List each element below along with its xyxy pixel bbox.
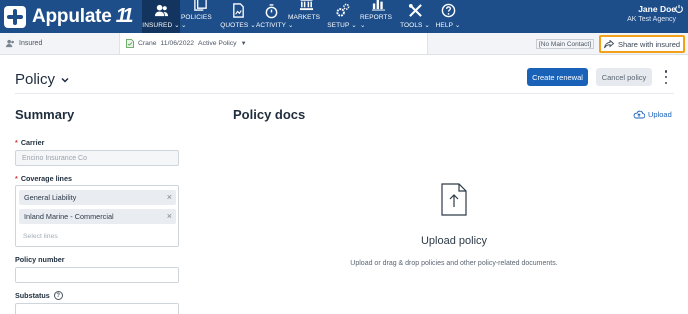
- policy-name: Crane: [138, 40, 157, 47]
- context-bar: Insured Crane 11/06/2022 Active Policy ▼…: [0, 33, 688, 55]
- nav-label: ACTIVITY: [255, 22, 287, 29]
- nav-item-markets[interactable]: MARKETS ⌄: [288, 0, 324, 33]
- upload-document-icon: [441, 183, 467, 216]
- nav-item-quotes[interactable]: QUOTES ⌄: [220, 0, 256, 33]
- chevron-down-icon: ⌄: [454, 22, 461, 29]
- header-divider: [15, 93, 674, 94]
- policy-docs-heading: Policy docs: [233, 107, 306, 122]
- nav-label: TOOLS: [400, 22, 423, 29]
- substatus-label-text: Substatus: [15, 291, 50, 300]
- coverage-lines-label: * Coverage lines: [15, 174, 72, 183]
- nav-label: INSURED: [142, 22, 173, 29]
- nav-label: QUOTES: [220, 22, 249, 29]
- policy-title-dropdown[interactable]: Policy: [15, 71, 69, 88]
- substatus-label: Substatus ?: [15, 291, 63, 300]
- stopwatch-icon: [264, 4, 279, 19]
- carrier-label: * Carrier: [15, 138, 44, 147]
- user-agency: AK Test Agency: [627, 16, 676, 23]
- coverage-lines-placeholder: Select lines: [23, 233, 58, 240]
- nav-item-help[interactable]: HELP ⌄: [434, 0, 462, 33]
- upload-link[interactable]: Upload: [633, 110, 672, 119]
- insured-tab[interactable]: Insured: [0, 33, 120, 54]
- chevron-down-icon: ⌄: [351, 22, 357, 29]
- upload-link-label: Upload: [648, 110, 672, 119]
- share-button-label: Share with insured: [617, 39, 681, 49]
- upload-policy-heading: Upload policy: [420, 235, 488, 247]
- page-title: Policy: [15, 71, 56, 88]
- power-icon[interactable]: [674, 4, 684, 14]
- carrier-label-text: Carrier: [20, 138, 45, 147]
- wrench-screwdriver-icon: [408, 3, 423, 18]
- nav-item-policies[interactable]: POLICIES ⌄: [181, 0, 219, 33]
- upload-instructions: Upload or drag & drop policies and other…: [350, 260, 558, 267]
- nav-item-tools[interactable]: TOOLS ⌄: [400, 0, 430, 33]
- help-icon[interactable]: ?: [53, 291, 63, 300]
- coverage-lines-label-text: Coverage lines: [20, 174, 72, 183]
- policy-doc-icon: [126, 39, 134, 48]
- policy-number-label: Policy number: [15, 255, 65, 264]
- bar-chart-icon: [371, 0, 386, 11]
- main-contact-link[interactable]: [No Main Contact]: [536, 39, 595, 49]
- nav-item-insured[interactable]: INSURED ⌄: [142, 0, 180, 33]
- policy-status: Active Policy: [198, 40, 237, 47]
- insured-tab-label: Insured: [19, 40, 43, 47]
- required-marker: *: [15, 174, 18, 183]
- coverage-chip: General Liability ×: [19, 190, 176, 205]
- chevron-down-icon: ⌄: [174, 22, 180, 29]
- nav-item-activity[interactable]: ACTIVITY: [256, 0, 286, 33]
- coverage-lines-select[interactable]: General Liability × Inland Marine - Comm…: [15, 185, 179, 247]
- nav-label: HELP: [435, 22, 453, 29]
- chevron-down-icon: ⌄: [250, 22, 256, 29]
- chevron-down-icon: [61, 77, 69, 83]
- share-with-insured-button[interactable]: Share with insured: [599, 35, 685, 53]
- substatus-select[interactable]: [15, 303, 179, 314]
- nav-item-setup[interactable]: SETUP ⌄: [327, 0, 357, 33]
- chevron-down-icon: ⌄: [181, 22, 187, 29]
- documents-icon: [193, 0, 208, 11]
- user-menu[interactable]: Jane Doe AK Test Agency: [627, 4, 676, 23]
- top-navigation-bar: Appulate 11 INSURED ⌄ POLICIES ⌄ QUOTES …: [0, 0, 688, 33]
- chevron-down-icon: ⌄: [360, 22, 366, 29]
- people-icon: [6, 39, 14, 48]
- nav-item-reports[interactable]: REPORTS ⌄: [360, 0, 396, 33]
- required-marker: *: [15, 138, 18, 147]
- brand-name: Appulate: [32, 5, 112, 27]
- question-icon: [441, 3, 456, 18]
- more-actions-icon[interactable]: [662, 70, 670, 84]
- nav-label: REPORTS: [360, 14, 393, 21]
- nav-label: SETUP: [327, 22, 350, 29]
- policy-date: 11/06/2022: [160, 40, 195, 47]
- gears-icon: [335, 3, 350, 18]
- chevron-down-icon: ⌄: [424, 22, 430, 29]
- quote-docs-icon: [231, 3, 246, 18]
- bank-icon: [299, 0, 314, 11]
- brand-mark-tail: 11: [115, 5, 134, 27]
- cloud-upload-icon: [633, 110, 645, 119]
- chevron-down-icon: ⌄: [288, 22, 294, 29]
- carrier-field[interactable]: Encino Insurance Co: [15, 150, 179, 166]
- policy-number-input[interactable]: [15, 267, 179, 283]
- app-logo[interactable]: Appulate 11: [4, 4, 134, 29]
- cancel-policy-button[interactable]: Cancel policy: [596, 68, 652, 86]
- nav-label: POLICIES: [181, 14, 212, 21]
- create-renewal-button[interactable]: Create renewal: [527, 68, 588, 86]
- policy-selector[interactable]: Crane 11/06/2022 Active Policy ▼: [120, 33, 428, 54]
- coverage-chip-label: Inland Marine - Commercial: [24, 212, 114, 221]
- remove-chip-icon[interactable]: ×: [167, 192, 172, 202]
- summary-heading: Summary: [15, 107, 75, 122]
- appulate-logo-icon: [4, 5, 26, 28]
- coverage-chip-label: General Liability: [24, 193, 77, 202]
- chevron-down-icon: ▼: [240, 40, 247, 47]
- user-name: Jane Doe: [638, 4, 676, 14]
- remove-chip-icon[interactable]: ×: [167, 211, 172, 221]
- share-arrow-icon: [603, 39, 614, 48]
- coverage-chip: Inland Marine - Commercial ×: [19, 209, 176, 224]
- nav-label: MARKETS: [288, 14, 321, 21]
- people-icon: [154, 3, 169, 18]
